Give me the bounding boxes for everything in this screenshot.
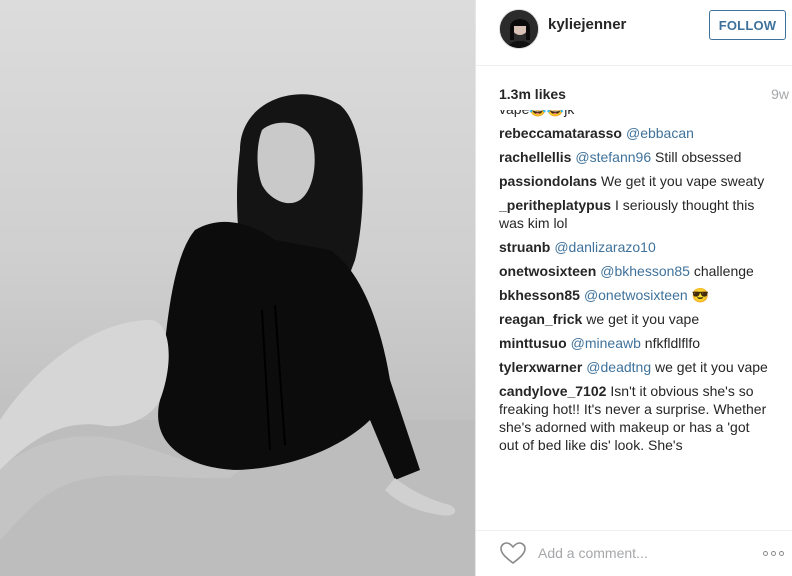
comment-username[interactable]: passiondolans xyxy=(499,173,597,189)
post-photo[interactable] xyxy=(0,0,475,576)
comment-username[interactable]: _peritheplatypus xyxy=(499,197,611,213)
heart-icon[interactable] xyxy=(499,541,527,565)
comment-text: We get it you vape sweaty xyxy=(601,173,765,189)
comment-username[interactable]: tylerxwarner xyxy=(499,359,582,375)
comment-text: nfkfldlflfo xyxy=(644,335,701,351)
dot xyxy=(770,550,776,556)
post-username[interactable]: kyliejenner xyxy=(548,16,626,33)
comment-mention[interactable]: @deadtng xyxy=(586,359,651,375)
comment-input[interactable] xyxy=(538,542,738,564)
follow-button[interactable]: FOLLOW xyxy=(709,10,786,40)
more-options-icon[interactable] xyxy=(759,545,787,561)
avatar-image-icon xyxy=(500,10,538,48)
comment-text: Still obsessed xyxy=(655,149,742,165)
comment-item: struanb @danlizarazo10 xyxy=(499,238,771,256)
comment-username[interactable]: onetwosixteen xyxy=(499,263,596,279)
dot xyxy=(762,550,768,556)
comment-mention[interactable]: @danlizarazo10 xyxy=(554,239,655,255)
comment-username[interactable]: bkhesson85 xyxy=(499,287,580,303)
comment-item: passiondolans We get it you vape sweaty xyxy=(499,172,771,190)
comment-text: we get it you vape xyxy=(586,311,700,327)
comment-item: rachellellis @stefann96 Still obsessed xyxy=(499,148,771,166)
comment-username[interactable]: struanb xyxy=(499,239,550,255)
comment-mention[interactable]: @bkhesson85 xyxy=(600,263,690,279)
dot xyxy=(778,550,784,556)
comment-mention[interactable]: @stefann96 xyxy=(575,149,651,165)
comment-item: rebeccamatarasso @ebbacan xyxy=(499,124,771,142)
likes-count[interactable]: 1.3m likes xyxy=(499,86,566,102)
comment-username[interactable]: rachellellis xyxy=(499,149,571,165)
comment-list[interactable]: vape😂😂jk rebeccamatarasso@ebbacan rachelle… xyxy=(499,110,771,520)
post-header: kyliejenner FOLLOW xyxy=(476,0,792,66)
post-age[interactable]: 9w xyxy=(771,86,789,102)
comment-username[interactable]: candylove_7102 xyxy=(499,383,606,399)
comment-text: 😎 xyxy=(691,287,709,303)
likes-row: 1.3m likes 9w xyxy=(499,86,789,106)
comment-username[interactable]: minttusuo xyxy=(499,335,567,351)
comment-item: minttusuo @mineawb nfkfldlflfo xyxy=(499,334,771,352)
comment-item: onetwosixteen @bkhesson85 challenge xyxy=(499,262,771,280)
comment-text: we get it you vape xyxy=(655,359,768,375)
comment-mention[interactable]: @onetwosixteen xyxy=(584,287,688,303)
comment-username[interactable]: rebeccamatarasso xyxy=(499,125,622,141)
comment-mention[interactable]: @mineawb xyxy=(571,335,641,351)
comment-item: candylove_7102 Isn't it obvious she's so … xyxy=(499,382,771,454)
comment-bar xyxy=(476,530,792,576)
comment-item: tylerxwarner @deadtng we get it you vape xyxy=(499,358,771,376)
comment-text: vape😂😂jk xyxy=(499,110,574,117)
photo-illustration xyxy=(0,94,475,576)
post-sidebar: kyliejenner FOLLOW 1.3m likes 9w vape😂😂j… xyxy=(475,0,792,576)
comment-text: challenge xyxy=(693,263,754,279)
comment-item: reagan_frick we get it you vape xyxy=(499,310,771,328)
comment-mention[interactable]: @ebbacan xyxy=(626,125,694,141)
comment-username[interactable]: reagan_frick xyxy=(499,311,582,327)
avatar[interactable] xyxy=(499,9,539,49)
comment-item: bkhesson85 @onetwosixteen 😎 xyxy=(499,286,771,304)
comment-item: _peritheplatypus I seriously thought this… xyxy=(499,196,771,232)
comment-item: vape😂😂jk xyxy=(499,110,771,118)
